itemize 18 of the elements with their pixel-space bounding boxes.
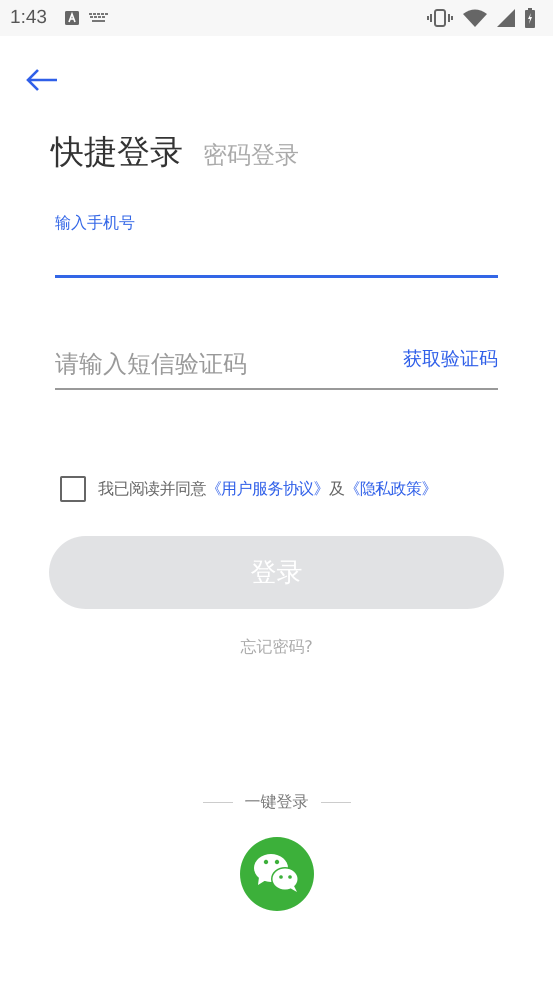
signal-icon (497, 9, 515, 27)
vibrate-icon (427, 9, 453, 27)
sms-code-field[interactable]: 请输入短信验证码 (55, 350, 403, 378)
wifi-icon (463, 9, 487, 27)
agreement-checkbox[interactable] (60, 476, 86, 502)
keyboard-icon (88, 13, 109, 23)
battery-icon (525, 8, 535, 28)
agreement-text: 我已阅读并同意《用户服务协议》及《隐私政策》 (98, 478, 437, 500)
get-code-link[interactable]: 获取验证码 (403, 346, 498, 372)
agreement-link[interactable]: 《用户服务协议》 (206, 478, 330, 498)
chat-bubbles-icon[interactable] (240, 837, 314, 911)
text-input-icon (64, 11, 79, 25)
status-time: 1:43 (10, 7, 47, 29)
quick-login-title: 一键登录 (244, 792, 308, 813)
login-mode-tab[interactable]: 快捷登录 (51, 130, 183, 175)
phone-field[interactable]: 输入手机号 (55, 213, 498, 278)
agreement-link[interactable]: 《隐私政策》 (344, 478, 437, 498)
back-arrow-icon[interactable] (25, 68, 59, 92)
